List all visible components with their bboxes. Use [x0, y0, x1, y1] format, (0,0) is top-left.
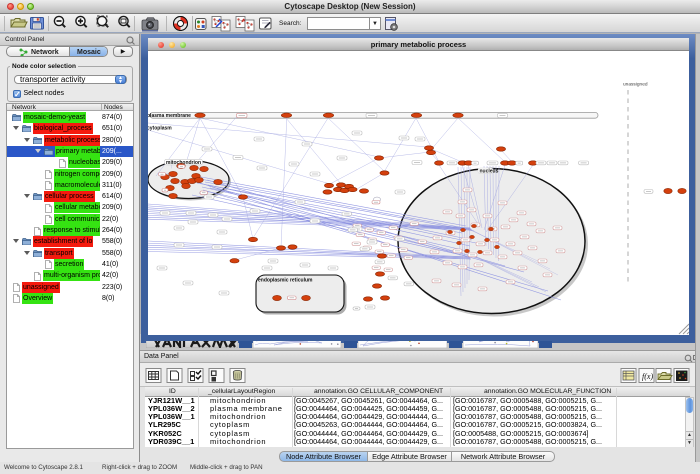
svg-text:endoplasmic reticulum: endoplasmic reticulum [258, 278, 313, 284]
svg-text:f(x): f(x) [642, 372, 653, 381]
svg-text:cytoplasm: cytoplasm [148, 126, 172, 132]
svg-text:unassigned: unassigned [623, 82, 648, 88]
svg-text:nucleus: nucleus [480, 169, 499, 175]
svg-text:plasma membrane: plasma membrane [148, 113, 191, 119]
